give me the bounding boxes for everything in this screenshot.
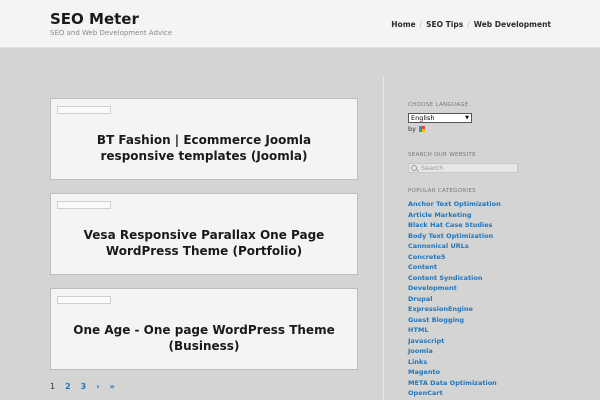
page-link-3[interactable]: 3: [81, 382, 87, 391]
category-link[interactable]: Content Syndication: [408, 273, 501, 284]
category-link[interactable]: META Data Optimization: [408, 378, 501, 389]
search-placeholder: Search: [421, 164, 444, 172]
by-label: by: [408, 125, 416, 133]
page-current: 1: [50, 382, 56, 391]
translate-credit: by: [408, 125, 425, 133]
pagination: 1 2 3 › »: [50, 382, 125, 391]
post-title[interactable]: One Age - One page WordPress Theme (Busi…: [59, 323, 349, 354]
category-link[interactable]: Drupal: [408, 294, 501, 305]
language-select[interactable]: English ▼: [408, 113, 472, 123]
category-link[interactable]: Joomla: [408, 346, 501, 357]
category-link[interactable]: Development: [408, 283, 501, 294]
sidebar-divider: [383, 76, 384, 400]
category-link[interactable]: Body Text Optimization: [408, 231, 501, 242]
language-widget-title: CHOOSE LANGUAGE: [408, 102, 469, 108]
categories-widget-title: POPULAR CATEGORIES: [408, 188, 476, 194]
nav-item-web-development[interactable]: Web Development: [474, 20, 551, 29]
category-link[interactable]: Concrete5: [408, 252, 501, 263]
page-last-button[interactable]: »: [110, 382, 115, 391]
category-link[interactable]: HTML: [408, 325, 501, 336]
search-widget-title: SEARCH OUR WEBSITE: [408, 152, 476, 158]
category-link[interactable]: OpenCart: [408, 388, 501, 399]
category-link[interactable]: Content: [408, 262, 501, 273]
chevron-down-icon: ▼: [465, 115, 469, 121]
search-icon: [411, 165, 417, 171]
nav-item-home[interactable]: Home: [391, 20, 415, 29]
post-title[interactable]: Vesa Responsive Parallax One Page WordPr…: [59, 228, 349, 259]
page-next-button[interactable]: ›: [96, 382, 99, 391]
post-card[interactable]: One Age - One page WordPress Theme (Busi…: [50, 288, 358, 370]
category-link[interactable]: Black Hat Case Studies: [408, 220, 501, 231]
category-link[interactable]: ExpressionEngine: [408, 304, 501, 315]
site-header: SEO Meter SEO and Web Development Advice…: [0, 0, 600, 48]
post-thumbnail-placeholder: [57, 201, 111, 209]
category-link[interactable]: Links: [408, 357, 501, 368]
google-logo-icon[interactable]: [418, 126, 425, 132]
nav-item-seo-tips[interactable]: SEO Tips: [426, 20, 463, 29]
category-link[interactable]: Cannonical URLs: [408, 241, 501, 252]
post-list: BT Fashion | Ecommerce Joomla responsive…: [50, 98, 358, 383]
category-link[interactable]: Magento: [408, 367, 501, 378]
post-thumbnail-placeholder: [57, 296, 111, 304]
site-description: SEO and Web Development Advice: [50, 29, 173, 37]
post-card[interactable]: BT Fashion | Ecommerce Joomla responsive…: [50, 98, 358, 180]
nav-separator: /: [419, 20, 423, 29]
post-title[interactable]: BT Fashion | Ecommerce Joomla responsive…: [59, 133, 349, 164]
post-card[interactable]: Vesa Responsive Parallax One Page WordPr…: [50, 193, 358, 275]
category-link[interactable]: Guest Blogging: [408, 315, 501, 326]
category-link[interactable]: Javascript: [408, 336, 501, 347]
category-link[interactable]: Anchor Text Optimization: [408, 199, 501, 210]
category-link[interactable]: Article Marketing: [408, 210, 501, 221]
main-nav: Home / SEO Tips / Web Development: [391, 20, 551, 29]
site-title[interactable]: SEO Meter: [50, 10, 139, 28]
post-thumbnail-placeholder: [57, 106, 111, 114]
search-input[interactable]: Search: [408, 163, 518, 173]
nav-separator: /: [467, 20, 470, 29]
category-list: Anchor Text Optimization Article Marketi…: [408, 199, 501, 399]
page-link-2[interactable]: 2: [65, 382, 71, 391]
language-select-value: English: [411, 114, 435, 122]
